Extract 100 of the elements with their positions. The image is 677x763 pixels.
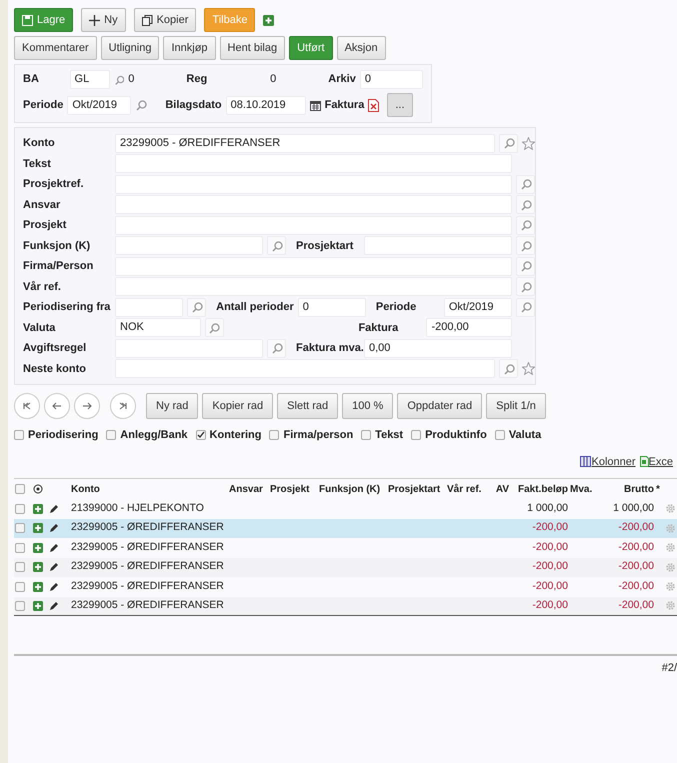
forward-button[interactable] xyxy=(74,393,100,419)
new-button[interactable]: Ny xyxy=(81,8,126,32)
column-header[interactable]: Ansvar xyxy=(228,482,269,496)
column-header[interactable]: Vår ref. xyxy=(446,482,494,496)
first-icon xyxy=(21,400,33,412)
input-field[interactable]: Okt/2019 xyxy=(444,298,512,317)
table-row[interactable]: 23299005 - ØREDIFFERANSER -200,00 -200,00 xyxy=(14,577,677,596)
search-icon xyxy=(520,260,532,272)
checkbox[interactable] xyxy=(15,542,25,553)
field-label: Konto xyxy=(23,136,56,151)
checkbox[interactable] xyxy=(106,430,116,440)
back-button[interactable] xyxy=(44,393,70,419)
row-action-button[interactable]: Ny rad xyxy=(146,393,198,419)
input-field[interactable]: 0 xyxy=(298,298,366,317)
search-button[interactable] xyxy=(516,256,535,276)
tab-button[interactable]: Hent bilag xyxy=(220,36,286,60)
table-cell-text: 1 000,00 xyxy=(612,500,655,516)
checkbox-label: Firma/person xyxy=(283,428,354,443)
search-icon xyxy=(520,198,532,211)
save-button[interactable]: Lagre xyxy=(14,8,74,32)
checkbox[interactable] xyxy=(411,430,422,440)
checkbox[interactable] xyxy=(15,582,25,592)
field-label: Valuta xyxy=(23,320,56,336)
column-header[interactable]: Prosjektart xyxy=(387,482,446,496)
checkbox[interactable] xyxy=(196,430,206,440)
field-label: Vår ref. xyxy=(23,280,62,294)
field-label: Arkiv xyxy=(328,72,356,88)
search-button[interactable] xyxy=(516,277,535,296)
column-header[interactable]: Brutto xyxy=(599,482,655,496)
date-field[interactable]: 08.10.2019 xyxy=(226,96,306,114)
checkbox-label: Valuta xyxy=(508,428,542,443)
row-action-button[interactable]: Split 1/n xyxy=(486,393,546,419)
field-label: Reg xyxy=(186,72,208,88)
checkbox[interactable] xyxy=(269,430,280,440)
input-field[interactable]: NOK xyxy=(115,318,201,338)
field-label: Tekst xyxy=(23,156,52,172)
search-icon xyxy=(270,342,282,354)
columns-link[interactable]: Kolonner xyxy=(580,454,636,470)
column-header[interactable]: * xyxy=(655,482,663,496)
search-button[interactable] xyxy=(516,236,535,256)
tab-button[interactable]: Utført xyxy=(289,36,333,60)
tab-button[interactable]: Aksjon xyxy=(336,36,386,60)
checkbox[interactable] xyxy=(15,600,25,611)
search-icon xyxy=(520,178,532,190)
column-header[interactable]: AV xyxy=(494,482,511,496)
search-button[interactable] xyxy=(187,298,206,317)
search-button[interactable] xyxy=(516,174,535,194)
row-action-button[interactable]: 100 % xyxy=(342,393,394,419)
table-row[interactable]: 23299005 - ØREDIFFERANSER -200,00 -200,00 xyxy=(14,538,677,558)
row-action-button[interactable]: Kopier rad xyxy=(202,393,274,419)
search-button[interactable] xyxy=(499,134,518,153)
copy-button[interactable]: Kopier xyxy=(134,8,196,32)
checkbox[interactable] xyxy=(15,484,25,494)
star-icon[interactable] xyxy=(522,362,535,376)
last-icon xyxy=(117,400,129,412)
checkbox[interactable] xyxy=(15,523,25,534)
tab-button[interactable]: Utligning xyxy=(100,36,160,60)
more-button[interactable]: ... xyxy=(387,93,413,117)
excel-link[interactable]: Exce xyxy=(640,454,673,470)
gear-icon xyxy=(665,581,676,592)
input-field[interactable]: -200,00 xyxy=(426,318,512,338)
table-row[interactable]: 23299005 - ØREDIFFERANSER -200,00 -200,00 xyxy=(14,558,677,577)
checkbox[interactable] xyxy=(14,430,24,440)
column-header[interactable]: Konto xyxy=(70,482,228,496)
target-icon xyxy=(33,484,43,494)
last-button[interactable] xyxy=(110,393,136,419)
tab-button[interactable]: Kommentarer xyxy=(14,36,97,60)
checkbox[interactable] xyxy=(494,430,505,440)
checkbox[interactable] xyxy=(15,504,25,514)
column-header[interactable]: Prosjekt xyxy=(269,482,318,496)
column-header[interactable]: Mva. xyxy=(569,482,599,496)
column-header[interactable]: Funksjon (K) xyxy=(318,482,387,496)
row-action-button[interactable]: Slett rad xyxy=(277,393,338,419)
table-cell-text: 1 000,00 xyxy=(526,500,569,516)
input-field[interactable]: 0,00 xyxy=(364,338,512,358)
star-icon[interactable] xyxy=(522,136,535,150)
pdf-file-icon xyxy=(368,98,380,112)
arkiv-field[interactable]: 0 xyxy=(360,70,423,89)
search-button[interactable] xyxy=(204,318,224,338)
table-row[interactable]: 21399000 - HJELPEKONTO 1 000,00 1 000,00 xyxy=(14,499,677,518)
field-label: Bilagsdato xyxy=(165,98,222,113)
first-button[interactable] xyxy=(14,393,40,419)
table-row[interactable]: 23299005 - ØREDIFFERANSER -200,00 -200,00 xyxy=(14,596,677,616)
checkbox[interactable] xyxy=(361,430,372,440)
search-button[interactable] xyxy=(516,195,535,214)
tab-button[interactable]: Innkjøp xyxy=(163,36,216,60)
input-field[interactable]: 23299005 - ØREDIFFERANSER xyxy=(115,134,495,153)
search-button[interactable] xyxy=(267,338,286,358)
search-button[interactable] xyxy=(516,298,535,317)
ba-field[interactable]: GL xyxy=(70,70,110,89)
search-button[interactable] xyxy=(267,236,286,256)
search-button[interactable] xyxy=(516,216,535,235)
table-row[interactable]: 23299005 - ØREDIFFERANSER -200,00 -200,00 xyxy=(14,518,677,538)
column-header[interactable]: Fakt.beløp xyxy=(511,482,569,496)
row-action-button[interactable]: Oppdater rad xyxy=(397,393,482,419)
table-cell-text: -200,00 xyxy=(617,578,655,594)
periode-field[interactable]: Okt/2019 xyxy=(67,96,132,114)
checkbox[interactable] xyxy=(15,562,25,572)
search-button[interactable] xyxy=(499,359,518,378)
field-label: Prosjekt xyxy=(23,218,68,233)
